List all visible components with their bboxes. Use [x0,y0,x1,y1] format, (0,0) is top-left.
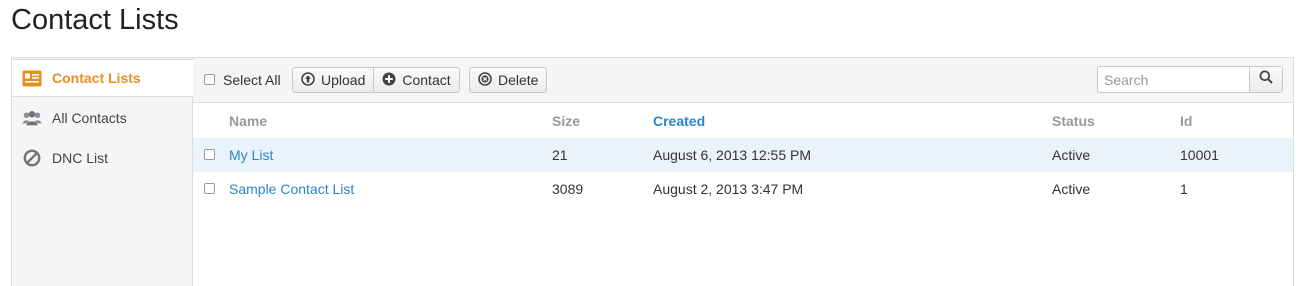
column-header-id[interactable]: Id [1180,113,1192,129]
contact-label: Contact [402,72,451,88]
column-header-status[interactable]: Status [1052,113,1095,129]
sidebar-item-all-contacts[interactable]: All Contacts [12,99,192,137]
search-icon [1259,70,1273,89]
list-size: 3089 [552,181,584,197]
sidebar-item-label: All Contacts [52,110,127,126]
upload-button[interactable]: Upload [293,68,373,92]
list-name-link[interactable]: My List [229,147,273,163]
list-created: August 6, 2013 12:55 PM [653,147,811,163]
select-all-label: Select All [223,72,281,88]
search-input[interactable] [1098,67,1248,92]
column-header-created[interactable]: Created [653,113,705,129]
list-id: 1 [1180,181,1188,197]
plus-circle-icon [382,72,402,89]
list-status: Active [1052,181,1091,197]
row-checkbox[interactable] [204,183,215,194]
select-all-checkbox[interactable] [204,74,215,85]
contact-card-icon [21,68,43,88]
table-row[interactable]: My List 21 August 6, 2013 12:55 PM Activ… [193,138,1293,172]
add-contact-button[interactable]: Contact [373,68,458,92]
close-circle-icon [478,71,498,89]
column-header-size[interactable]: Size [552,113,580,129]
column-header-name[interactable]: Name [229,113,267,129]
prohibited-icon [21,148,43,168]
list-id: 10001 [1180,147,1219,163]
action-button-group: Upload Contact [292,67,460,93]
search-box [1097,66,1283,93]
page-title: Contact Lists [11,4,179,36]
list-created: August 2, 2013 3:47 PM [653,181,804,197]
delete-button[interactable]: Delete [470,68,546,92]
upload-icon [301,71,321,89]
row-checkbox[interactable] [204,149,215,160]
list-name-link[interactable]: Sample Contact List [229,181,354,197]
delete-label: Delete [498,72,539,88]
sidebar-item-label: DNC List [52,150,109,166]
people-icon [21,108,43,128]
list-status: Active [1052,147,1091,163]
sidebar: Contact Lists All Contacts DNC List [12,58,193,286]
upload-label: Upload [321,72,366,88]
sidebar-item-contact-lists[interactable]: Contact Lists [12,59,193,97]
sidebar-item-label: Contact Lists [52,70,141,86]
contact-lists-panel: Contact Lists All Contacts DNC List Sele… [11,57,1294,286]
toolbar: Select All Upload Contact Delete Search [193,58,1293,103]
search-button[interactable] [1249,67,1282,92]
delete-button-group: Delete [469,67,548,93]
sidebar-item-dnc-list[interactable]: DNC List [12,139,192,177]
table-row[interactable]: Sample Contact List 3089 August 2, 2013 … [193,172,1293,206]
list-size: 21 [552,147,568,163]
main-content: Select All Upload Contact Delete Search … [192,58,1293,286]
